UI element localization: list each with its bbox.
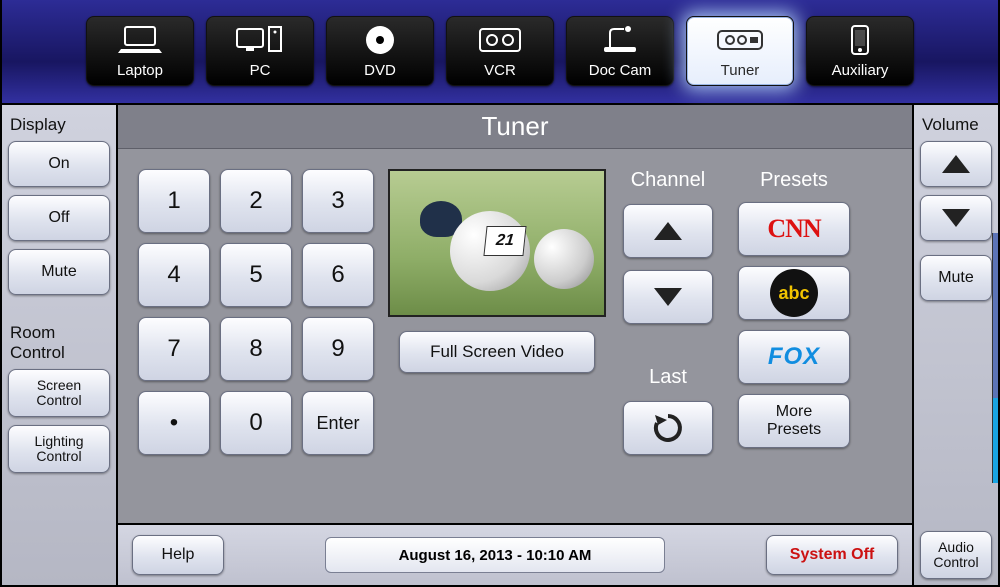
key-enter[interactable]: Enter — [302, 391, 374, 455]
source-label: Tuner — [721, 62, 760, 79]
source-doccam[interactable]: Doc Cam — [566, 16, 674, 86]
help-button[interactable]: Help — [132, 535, 224, 575]
right-panel: Volume Mute Audio Control — [912, 105, 1000, 587]
source-dvd[interactable]: DVD — [326, 16, 434, 86]
source-pc[interactable]: PC — [206, 16, 314, 86]
last-channel-button[interactable] — [623, 401, 713, 455]
presets-label: Presets — [760, 169, 828, 192]
chevron-up-icon — [654, 222, 682, 240]
disc-icon — [327, 17, 433, 62]
display-on-button[interactable]: On — [8, 141, 110, 187]
source-label: Doc Cam — [589, 62, 652, 79]
source-label: VCR — [484, 62, 516, 79]
source-laptop[interactable]: Laptop — [86, 16, 194, 86]
doc-cam-icon — [567, 17, 673, 62]
preset-abc[interactable]: abc — [738, 266, 850, 320]
tuner-icon — [687, 17, 793, 62]
abc-logo: abc — [770, 269, 818, 317]
audio-control-button[interactable]: Audio Control — [920, 531, 992, 579]
cnn-logo: CNN — [767, 214, 820, 244]
datetime-display: August 16, 2013 - 10:10 AM — [325, 537, 665, 573]
key-dot[interactable]: • — [138, 391, 210, 455]
source-label: PC — [250, 62, 271, 79]
source-bar: Laptop PC DVD VCR Doc Cam Tuner Auxili — [0, 0, 1000, 105]
source-auxiliary[interactable]: Auxiliary — [806, 16, 914, 86]
key-0[interactable]: 0 — [220, 391, 292, 455]
key-4[interactable]: 4 — [138, 243, 210, 307]
full-screen-button[interactable]: Full Screen Video — [399, 331, 595, 373]
pc-icon — [207, 17, 313, 62]
cassette-icon — [447, 17, 553, 62]
channel-up-button[interactable] — [623, 204, 713, 258]
volume-mute-button[interactable]: Mute — [920, 255, 992, 301]
lighting-control-button[interactable]: Lighting Control — [8, 425, 110, 473]
screen-control-button[interactable]: Screen Control — [8, 369, 110, 417]
refresh-icon — [651, 411, 685, 445]
room-control-section-label: Room Control — [8, 319, 110, 369]
volume-track[interactable] — [992, 233, 998, 483]
page-title: Tuner — [118, 105, 912, 149]
channel-label: Channel — [631, 169, 706, 192]
channel-down-button[interactable] — [623, 270, 713, 324]
key-9[interactable]: 9 — [302, 317, 374, 381]
jersey-number: 21 — [483, 226, 526, 256]
source-tuner[interactable]: Tuner — [686, 16, 794, 86]
last-label: Last — [649, 366, 687, 389]
video-preview[interactable]: 21 — [388, 169, 606, 317]
key-1[interactable]: 1 — [138, 169, 210, 233]
volume-level — [993, 398, 998, 483]
left-panel: Display On Off Mute Room Control Screen … — [0, 105, 118, 587]
device-icon — [807, 17, 913, 62]
volume-section-label: Volume — [920, 111, 992, 141]
laptop-icon — [87, 17, 193, 62]
key-2[interactable]: 2 — [220, 169, 292, 233]
chevron-down-icon — [942, 209, 970, 227]
more-presets-button[interactable]: More Presets — [738, 394, 850, 448]
key-5[interactable]: 5 — [220, 243, 292, 307]
chevron-down-icon — [654, 288, 682, 306]
volume-down-button[interactable] — [920, 195, 992, 241]
key-6[interactable]: 6 — [302, 243, 374, 307]
bottom-bar: Help August 16, 2013 - 10:10 AM System O… — [118, 523, 912, 585]
source-label: Auxiliary — [832, 62, 889, 79]
key-3[interactable]: 3 — [302, 169, 374, 233]
system-off-button[interactable]: System Off — [766, 535, 898, 575]
preset-fox[interactable]: FOX — [738, 330, 850, 384]
display-mute-button[interactable]: Mute — [8, 249, 110, 295]
key-7[interactable]: 7 — [138, 317, 210, 381]
center-panel: Tuner 1 2 3 4 5 6 7 8 9 • 0 Enter — [118, 105, 912, 587]
source-label: Laptop — [117, 62, 163, 79]
display-section-label: Display — [8, 111, 110, 141]
keypad: 1 2 3 4 5 6 7 8 9 • 0 Enter — [138, 169, 374, 511]
preset-cnn[interactable]: CNN — [738, 202, 850, 256]
chevron-up-icon — [942, 155, 970, 173]
volume-up-button[interactable] — [920, 141, 992, 187]
display-off-button[interactable]: Off — [8, 195, 110, 241]
source-vcr[interactable]: VCR — [446, 16, 554, 86]
source-label: DVD — [364, 62, 396, 79]
fox-logo: FOX — [768, 343, 820, 371]
key-8[interactable]: 8 — [220, 317, 292, 381]
